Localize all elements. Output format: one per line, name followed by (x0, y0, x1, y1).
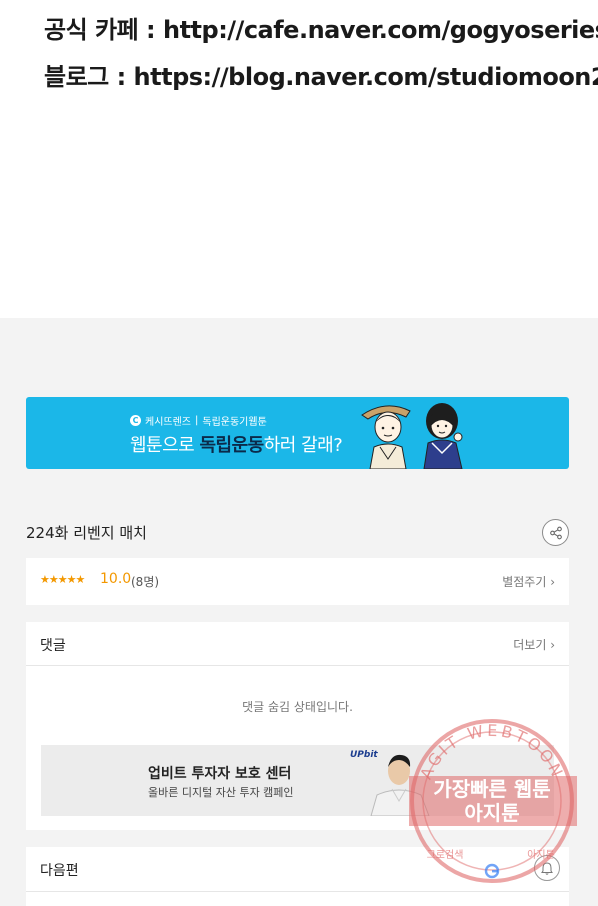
comment-title: 댓글 (40, 638, 66, 654)
banner-characters-illustration (361, 403, 463, 469)
banner-title-strong: 독립운동 (199, 435, 264, 456)
upbit-ad-banner[interactable]: 업비트 투자자 보호 센터 올바른 디지털 자산 투자 캠페인 UPbit (41, 745, 554, 816)
banner-divider: | (195, 415, 199, 426)
ad-model-photo (370, 754, 430, 816)
rating-section: ★★★★★ 10.0 (8명) 별점주기 › (26, 558, 569, 605)
notification-button[interactable] (534, 855, 560, 881)
banner-subtitle: C 케시뜨렌즈 | 독립운동기웹툰 (130, 413, 267, 428)
banner-sub-title: 독립운동기웹툰 (202, 417, 267, 428)
banner-brand: 케시뜨렌즈 (145, 417, 191, 428)
ad-title: 업비트 투자자 보호 센터 (148, 766, 292, 782)
official-cafe-credit: 공식 카페 : http://cafe.naver.com/gogyoserie… (44, 16, 598, 44)
episode-end-area (0, 0, 598, 318)
banner-title-pre: 웹툰으로 (130, 435, 195, 456)
next-episode-section[interactable]: 다음편 (26, 847, 569, 906)
cashslide-logo-icon: C (130, 415, 141, 426)
comment-hidden-notice: 댓글 숨김 상태입니다. (242, 700, 353, 714)
rate-button[interactable]: 별점주기 › (502, 573, 555, 590)
ad-subtitle: 올바른 디지털 자산 투자 캠페인 (148, 786, 294, 799)
divider (26, 891, 569, 892)
promo-banner[interactable]: C 케시뜨렌즈 | 독립운동기웹툰 웹툰으로 독립운동하러 갈래? (26, 397, 569, 469)
blog-credit: 블로그 : https://blog.naver.com/studiomoon2 (44, 63, 598, 91)
comment-section: 댓글 더보기 › 댓글 숨김 상태입니다. 업비트 투자자 보호 센터 올바른 … (26, 622, 569, 830)
comment-header: 댓글 더보기 › (26, 622, 569, 666)
banner-title: 웹툰으로 독립운동하러 갈래? (130, 431, 343, 457)
episode-title: 224화 리벤지 매치 (26, 524, 147, 542)
next-episode-title: 다음편 (40, 863, 79, 879)
rating-stars-icon: ★★★★★ (40, 573, 85, 586)
rating-score: 10.0 (100, 571, 132, 587)
bell-icon (541, 861, 553, 875)
share-button[interactable] (542, 519, 569, 546)
comment-more-link[interactable]: 더보기 › (513, 636, 555, 653)
banner-title-post: 하러 갈래? (263, 435, 343, 456)
share-icon (549, 526, 562, 539)
rating-count: (8명) (131, 575, 160, 589)
